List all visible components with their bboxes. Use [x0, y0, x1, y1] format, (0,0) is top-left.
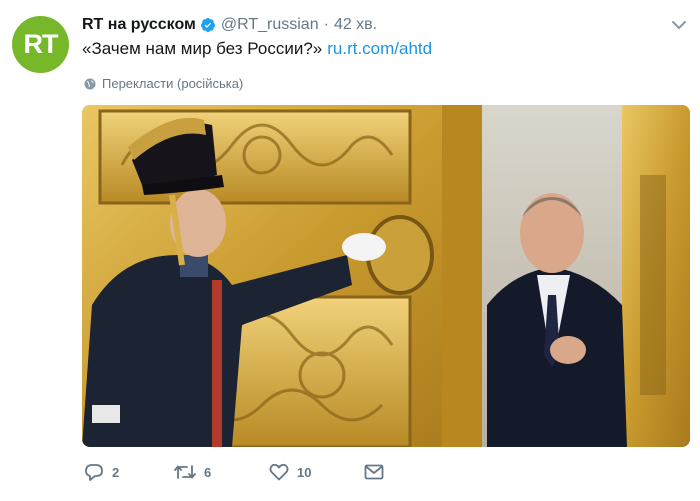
- retweet-icon: [174, 465, 196, 479]
- avatar[interactable]: RT: [12, 16, 69, 73]
- retweet-count: 6: [204, 464, 212, 480]
- tweet-header: RT на русском @RT_russian · 42 хв.: [82, 14, 377, 36]
- translate-button[interactable]: Перекласти (російська): [84, 76, 243, 91]
- timestamp[interactable]: 42 хв.: [334, 16, 377, 34]
- reply-button[interactable]: 2: [84, 463, 174, 481]
- separator-dot: ·: [323, 16, 329, 33]
- like-count: 10: [297, 464, 312, 480]
- tweet-text: «Зачем нам мир без России?» ru.rt.com/aht…: [82, 39, 432, 59]
- direct-message-button[interactable]: [364, 464, 392, 480]
- globe-icon: [84, 78, 96, 89]
- like-button[interactable]: 10: [269, 463, 364, 481]
- reply-count: 2: [112, 464, 120, 480]
- photo-illustration: [82, 105, 690, 447]
- translate-label: Перекласти (російська): [102, 76, 244, 91]
- heart-icon: [269, 463, 289, 481]
- reply-icon: [85, 464, 103, 481]
- tweet-link[interactable]: ru.rt.com/ahtd: [327, 39, 432, 58]
- author-handle[interactable]: @RT_russian: [221, 16, 319, 34]
- verified-badge-icon: [200, 18, 215, 32]
- tweet-body: «Зачем нам мир без России?»: [82, 39, 323, 58]
- tweet-photo[interactable]: [82, 105, 690, 447]
- author-name[interactable]: RT на русском: [82, 16, 196, 34]
- avatar-logo-text: RT: [23, 29, 59, 59]
- tweet-actions: 2 6 10: [84, 463, 392, 481]
- tweet-card[interactable]: RT RT на русском @RT_russian · 42 хв. «З…: [0, 0, 700, 501]
- envelope-icon: [364, 464, 384, 480]
- retweet-button[interactable]: 6: [174, 464, 269, 480]
- chevron-down-icon[interactable]: [672, 20, 686, 30]
